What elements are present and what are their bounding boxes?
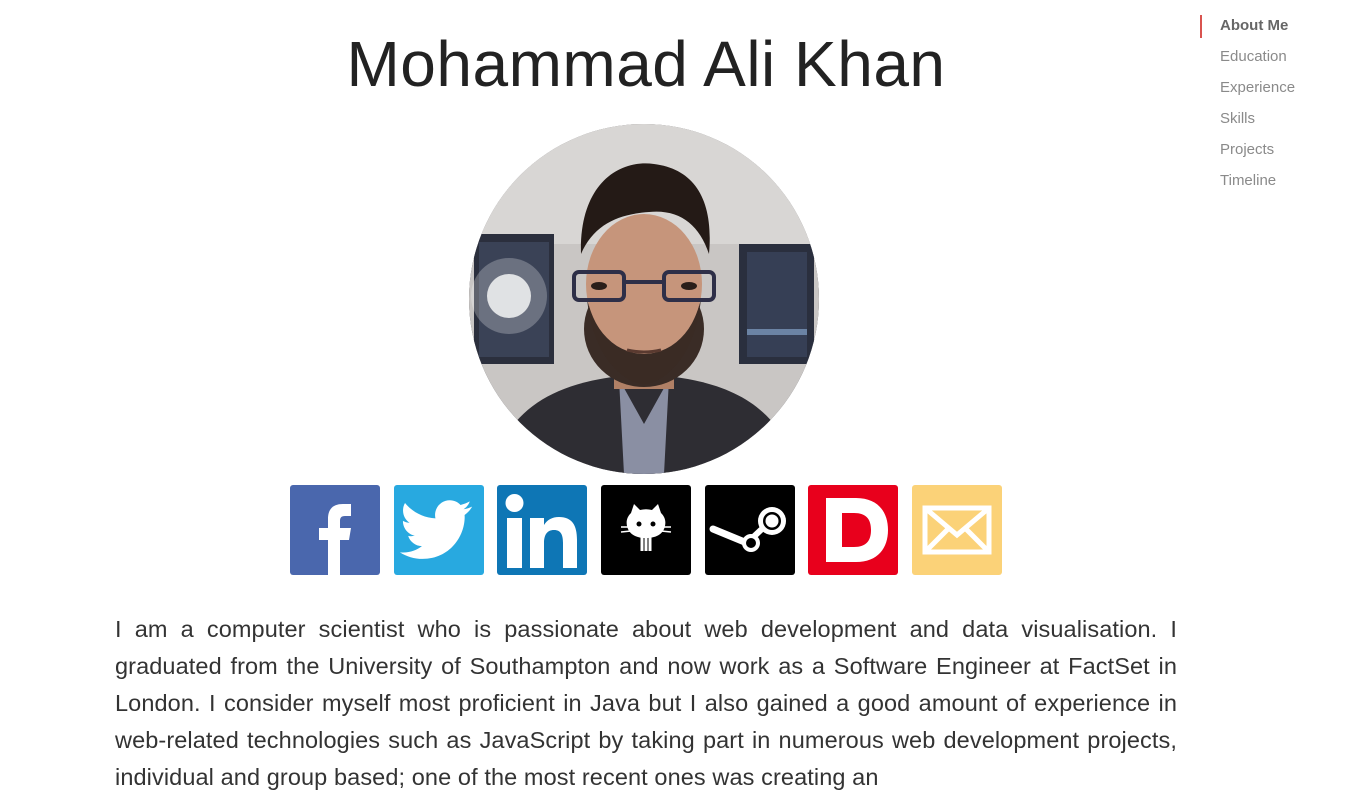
github-icon — [601, 485, 691, 575]
about-me-text: I am a computer scientist who is passion… — [115, 616, 1177, 790]
steam-button[interactable] — [705, 485, 795, 575]
nav-item-projects[interactable]: Projects — [1200, 139, 1350, 160]
profile-photo — [469, 124, 819, 474]
facebook-button[interactable] — [290, 485, 380, 575]
linkedin-icon — [497, 485, 587, 575]
nav-item-education[interactable]: Education — [1200, 46, 1350, 67]
twitter-button[interactable] — [394, 485, 484, 575]
nav-item-timeline[interactable]: Timeline — [1200, 170, 1350, 191]
page-title: Mohammad Ali Khan — [346, 28, 946, 100]
facebook-icon — [290, 485, 380, 575]
nav-item-skills[interactable]: Skills — [1200, 108, 1350, 129]
social-links — [290, 485, 1002, 575]
nav-item-experience[interactable]: Experience — [1200, 77, 1350, 98]
nav-item-about-me[interactable]: About Me — [1200, 15, 1350, 38]
dev-icon — [808, 485, 898, 575]
dev-button[interactable] — [808, 485, 898, 575]
steam-icon — [705, 485, 795, 575]
email-icon — [912, 485, 1002, 575]
linkedin-button[interactable] — [497, 485, 587, 575]
twitter-icon — [394, 485, 484, 575]
email-button[interactable] — [912, 485, 1002, 575]
section-nav: About Me Education Experience Skills Pro… — [1200, 15, 1350, 201]
github-button[interactable] — [601, 485, 691, 575]
